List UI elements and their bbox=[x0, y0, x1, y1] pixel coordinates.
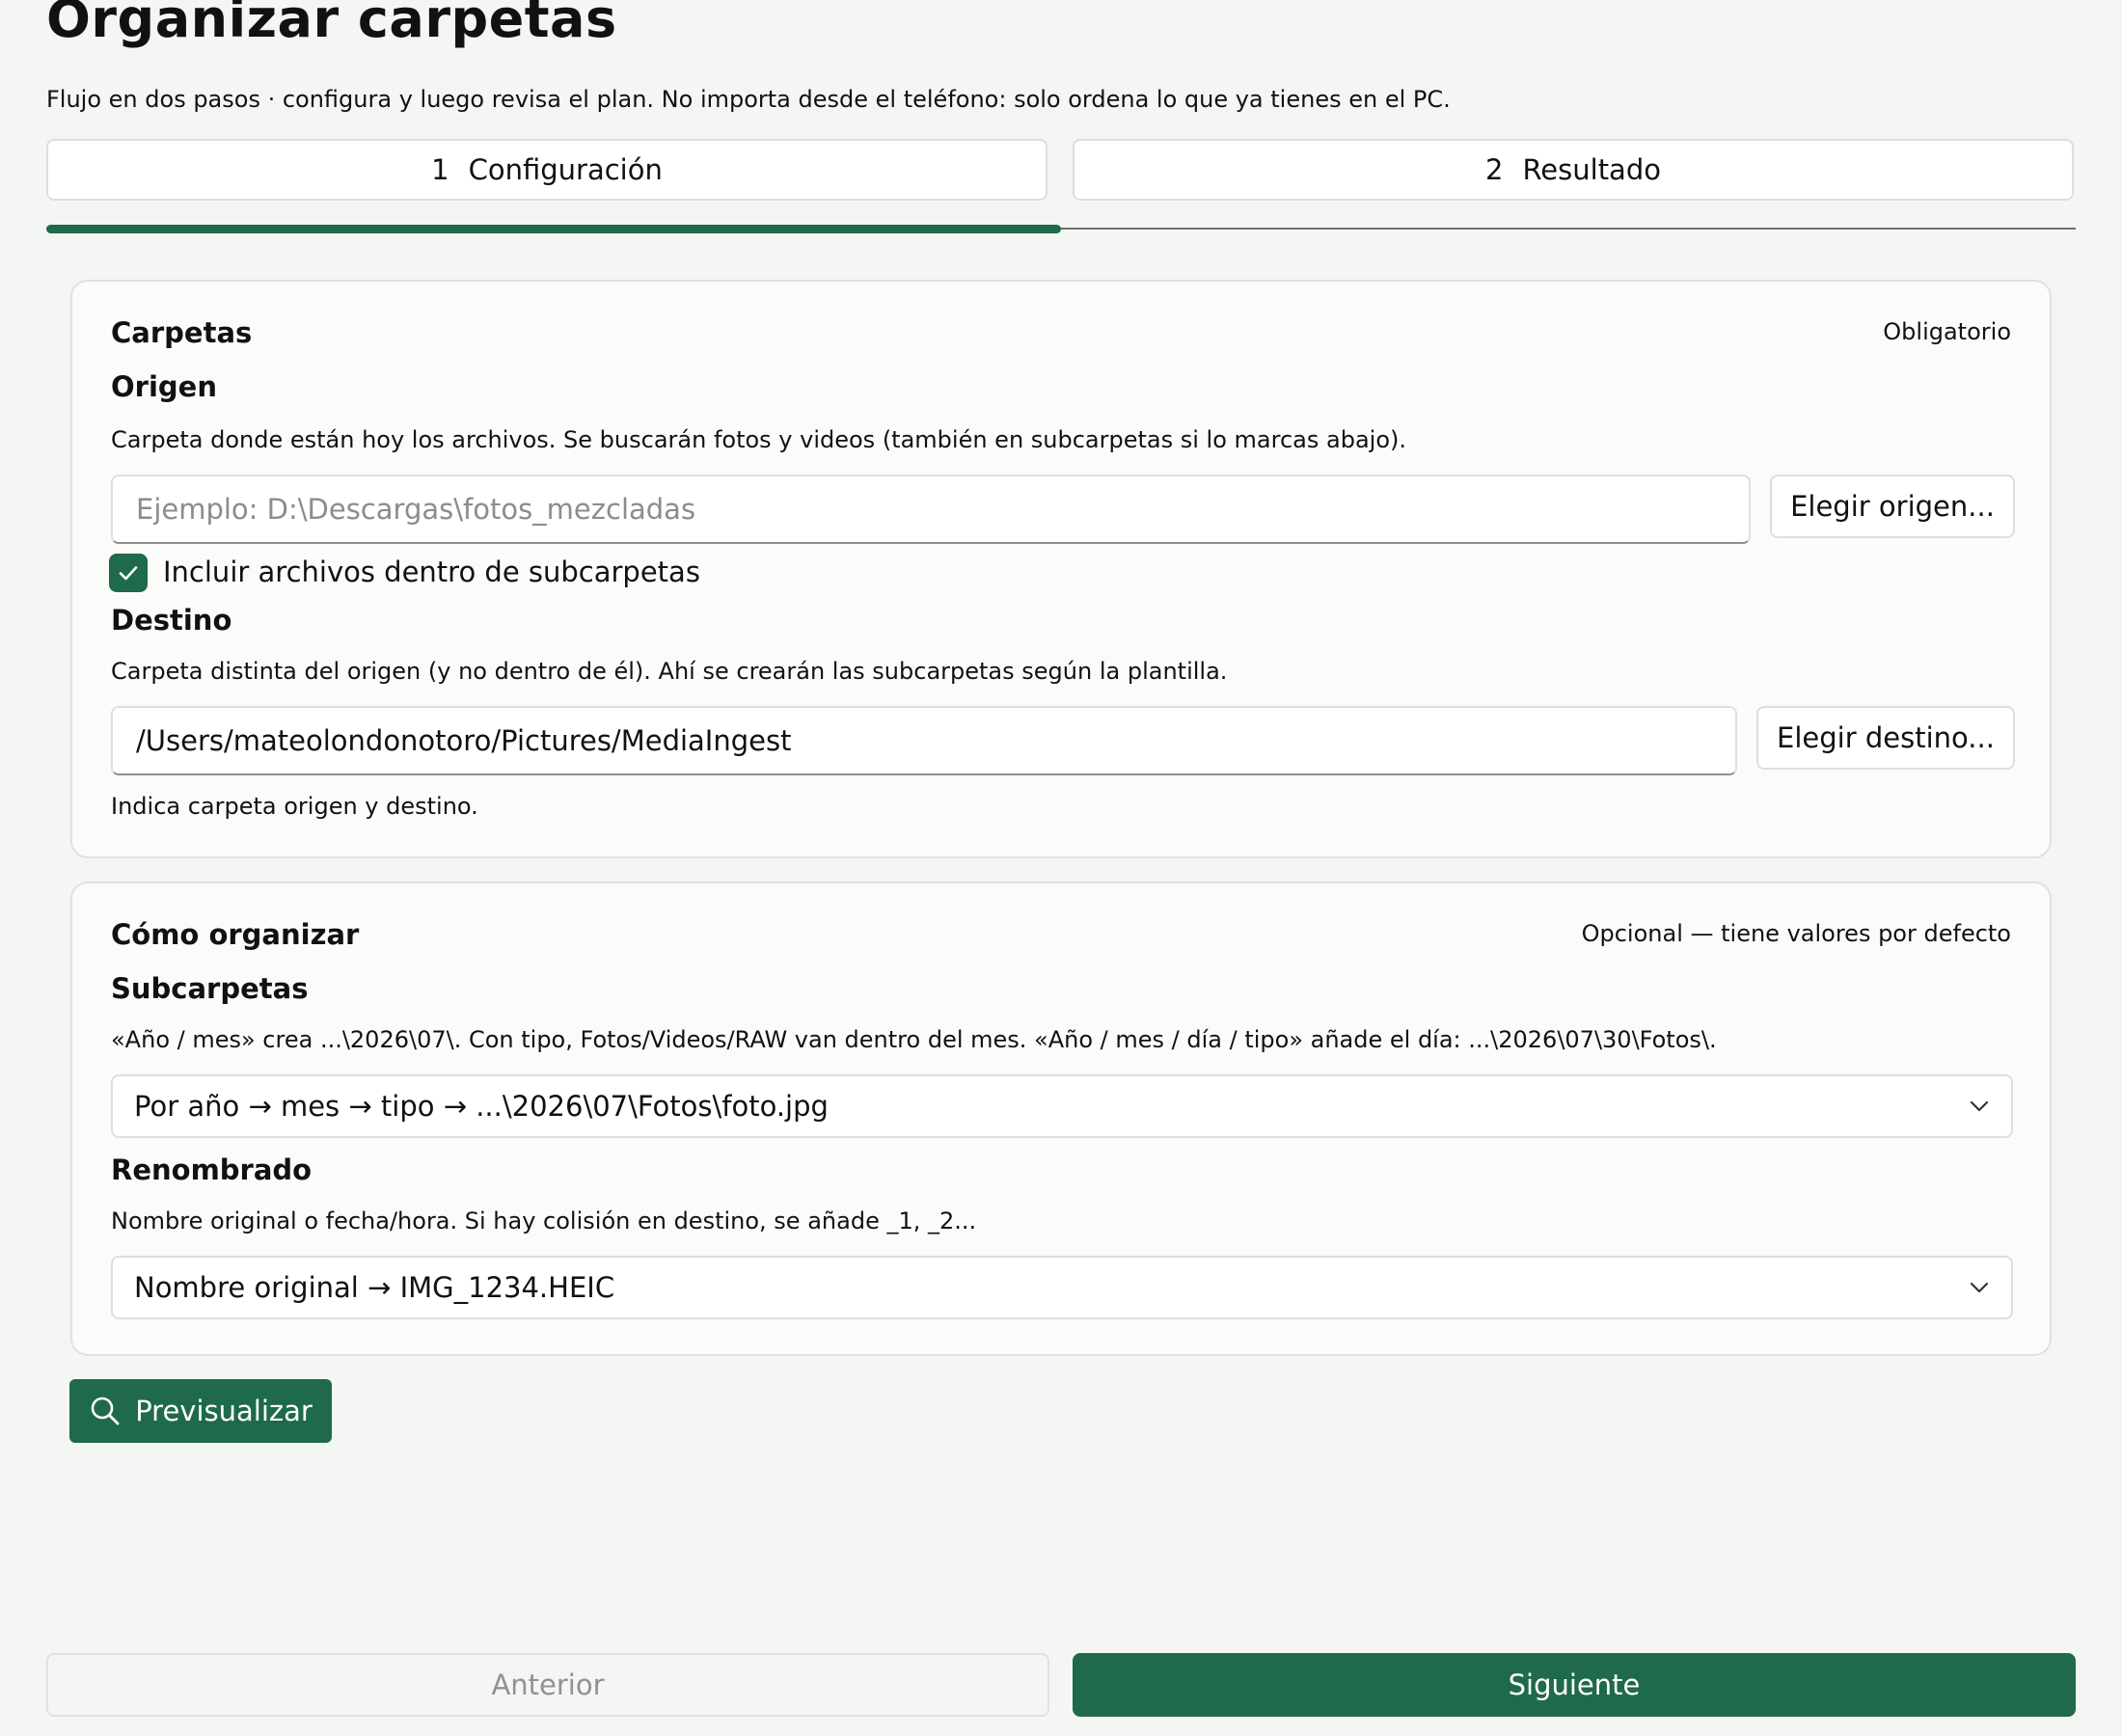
chevron-down-icon bbox=[1970, 1282, 1989, 1293]
step-label: Resultado bbox=[1522, 153, 1661, 186]
progress-fill bbox=[46, 225, 1061, 233]
tab-configuracion[interactable]: 1 Configuración bbox=[46, 139, 1047, 201]
subfolders-help: «Año / mes» crea ...\2026\07\. Con tipo,… bbox=[111, 1026, 1717, 1053]
renaming-select[interactable]: Nombre original → IMG_1234.HEIC bbox=[111, 1256, 2013, 1319]
organize-card: Cómo organizar Opcional — tiene valores … bbox=[70, 882, 2052, 1356]
step-number: 1 bbox=[431, 153, 449, 186]
card-title: Carpetas bbox=[111, 316, 253, 349]
renaming-selected-value: Nombre original → IMG_1234.HEIC bbox=[134, 1271, 615, 1304]
renaming-help: Nombre original o fecha/hora. Si hay col… bbox=[111, 1207, 977, 1234]
origin-path-input[interactable] bbox=[111, 475, 1751, 544]
page-title: Organizar carpetas bbox=[46, 0, 617, 49]
preview-button-label: Previsualizar bbox=[135, 1395, 313, 1427]
next-button[interactable]: Siguiente bbox=[1073, 1653, 2076, 1717]
organize-folders-page: Organizar carpetas Flujo en dos pasos · … bbox=[0, 0, 2122, 1736]
page-subtitle: Flujo en dos pasos · configura y luego r… bbox=[46, 86, 1451, 113]
origin-help: Carpeta donde están hoy los archivos. Se… bbox=[111, 426, 1406, 453]
required-badge: Obligatorio bbox=[1883, 318, 2011, 345]
step-number: 2 bbox=[1485, 153, 1504, 186]
destination-help: Carpeta distinta del origen (y no dentro… bbox=[111, 658, 1228, 685]
preview-button[interactable]: Previsualizar bbox=[69, 1379, 332, 1443]
folders-card: Carpetas Obligatorio Origen Carpeta dond… bbox=[70, 280, 2052, 858]
renaming-label: Renombrado bbox=[111, 1153, 313, 1186]
destination-path-input[interactable] bbox=[111, 706, 1737, 775]
tab-resultado[interactable]: 2 Resultado bbox=[1073, 139, 2074, 201]
subfolders-selected-value: Por año → mes → tipo → ...\2026\07\Fotos… bbox=[134, 1090, 829, 1123]
optional-badge: Opcional — tiene valores por defecto bbox=[1581, 920, 2011, 947]
origin-label: Origen bbox=[111, 370, 217, 403]
chevron-down-icon bbox=[1970, 1100, 1989, 1112]
step-label: Configuración bbox=[468, 153, 663, 186]
previous-button[interactable]: Anterior bbox=[46, 1653, 1049, 1717]
include-subfolders-label[interactable]: Incluir archivos dentro de subcarpetas bbox=[163, 556, 700, 588]
destination-label: Destino bbox=[111, 604, 232, 637]
validation-message: Indica carpeta origen y destino. bbox=[111, 793, 478, 820]
include-subfolders-checkbox[interactable] bbox=[109, 554, 148, 592]
search-icon bbox=[91, 1397, 120, 1425]
check-icon bbox=[119, 566, 138, 581]
card-title: Cómo organizar bbox=[111, 918, 360, 951]
choose-destination-button[interactable]: Elegir destino... bbox=[1756, 706, 2015, 770]
subfolders-select[interactable]: Por año → mes → tipo → ...\2026\07\Fotos… bbox=[111, 1074, 2013, 1138]
subfolders-label: Subcarpetas bbox=[111, 972, 309, 1005]
choose-origin-button[interactable]: Elegir origen... bbox=[1770, 475, 2015, 538]
